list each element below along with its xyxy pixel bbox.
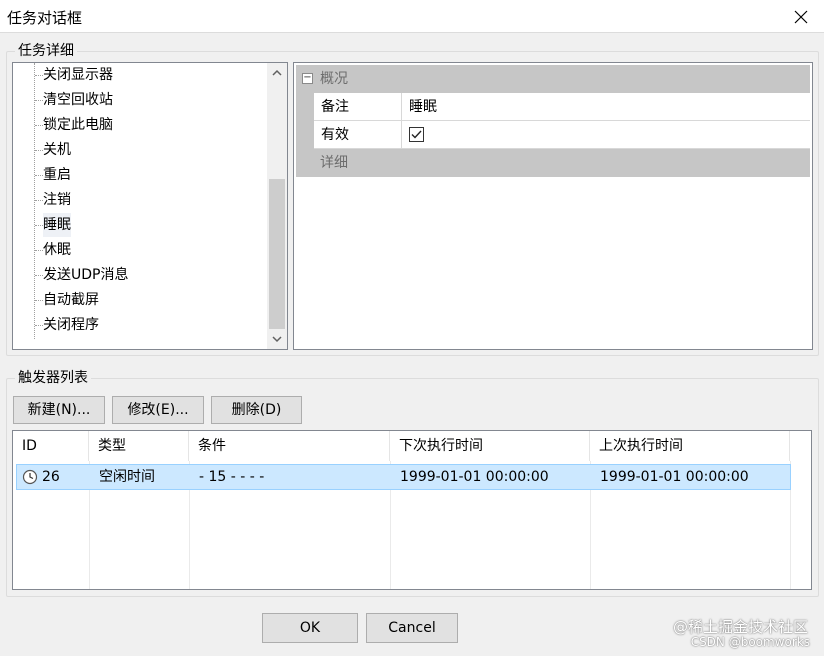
tree-item-shutdown[interactable]: 关机 [43,138,71,162]
column-type[interactable]: 类型 [89,431,189,461]
action-tree[interactable]: 关闭显示器 清空回收站 锁定此电脑 关机 重启 注销 睡眠 休眠 发送UDP消息… [12,62,288,350]
property-value-enabled [402,121,810,149]
tree-connector [35,250,43,251]
tree-connector [35,75,43,76]
tree-item-empty-recycle-bin[interactable]: 清空回收站 [43,88,113,112]
category-overview[interactable]: − 概况 [296,65,810,93]
tree-connector [35,150,43,151]
chevron-up-icon [272,69,282,76]
tree-item-restart[interactable]: 重启 [43,163,71,187]
triggers-label: 触发器列表 [15,369,91,387]
chevron-down-icon [272,336,282,343]
task-details-label: 任务详细 [15,42,77,60]
column-id[interactable]: ID [13,431,89,461]
scrollbar-thumb[interactable] [269,179,285,329]
cell-last-run: 1999-01-01 00:00:00 [600,469,749,485]
tree-connector [35,175,43,176]
tree-connector [35,200,43,201]
tree-item-lock-pc[interactable]: 锁定此电脑 [43,113,113,137]
property-row-note: 备注 睡眠 [296,93,810,121]
watermark-text: @稀土掘金技术社区 [672,618,808,636]
tree-item-send-udp[interactable]: 发送UDP消息 [43,263,128,287]
tree-connector [35,125,43,126]
tree-item-close-program[interactable]: 关闭程序 [43,313,99,337]
tree-item-sleep[interactable]: 睡眠 [43,213,71,237]
scroll-up-button[interactable] [267,63,287,83]
property-name-note: 备注 [314,93,402,121]
scroll-down-button[interactable] [267,329,287,349]
trigger-list[interactable]: ID 类型 条件 下次执行时间 上次执行时间 26 空闲时间 - 15 - - … [12,430,812,590]
tree-connector [35,275,43,276]
enabled-checkbox[interactable] [409,127,424,142]
cell-id: 26 [42,469,60,485]
clock-icon [22,469,38,485]
delete-trigger-button[interactable]: 删除(D) [211,396,302,424]
tree-item-logoff[interactable]: 注销 [43,188,71,212]
collapse-icon[interactable]: − [302,73,313,84]
tree-scrollbar[interactable] [267,63,287,349]
title-bar: 任务对话框 [0,0,824,33]
tree-item-hibernate[interactable]: 休眠 [43,238,71,262]
category-overview-label: 概况 [320,71,348,87]
category-detail[interactable]: 详细 [296,149,810,177]
row-gutter [296,121,314,149]
tree-item-auto-screenshot[interactable]: 自动截屏 [43,288,99,312]
tree-connector [35,100,43,101]
checkmark-icon [411,130,422,139]
property-name-enabled: 有效 [314,121,402,149]
property-row-enabled: 有效 [296,121,810,149]
column-condition[interactable]: 条件 [189,431,390,461]
column-next-run[interactable]: 下次执行时间 [390,431,590,461]
cell-type: 空闲时间 [99,469,155,485]
ok-button[interactable]: OK [262,613,358,643]
list-header: ID 类型 条件 下次执行时间 上次执行时间 [13,431,811,461]
property-value-note[interactable]: 睡眠 [402,93,810,121]
table-row[interactable]: 26 空闲时间 - 15 - - - - 1999-01-01 00:00:00… [16,464,791,490]
tree-item-close-monitor[interactable]: 关闭显示器 [43,63,113,87]
window-title: 任务对话框 [7,9,83,27]
close-button[interactable] [778,0,824,33]
cell-next-run: 1999-01-01 00:00:00 [400,469,549,485]
cancel-button[interactable]: Cancel [366,613,458,643]
tree-connector [35,325,43,326]
tree-connector-line [34,63,35,339]
property-grid: − 概况 备注 睡眠 有效 详细 [293,62,813,350]
tree-connector [35,225,43,226]
cell-condition: - 15 - - - - [199,469,265,485]
close-icon [794,10,808,23]
row-gutter [296,93,314,121]
column-last-run[interactable]: 上次执行时间 [590,431,790,461]
tree-connector [35,300,43,301]
new-trigger-button[interactable]: 新建(N)... [13,396,105,424]
watermark-subtext: CSDN @boomworks [690,635,810,649]
category-detail-label: 详细 [320,155,348,171]
edit-trigger-button[interactable]: 修改(E)... [112,396,204,424]
tree-list: 关闭显示器 清空回收站 锁定此电脑 关机 重启 注销 睡眠 休眠 发送UDP消息… [13,63,267,349]
